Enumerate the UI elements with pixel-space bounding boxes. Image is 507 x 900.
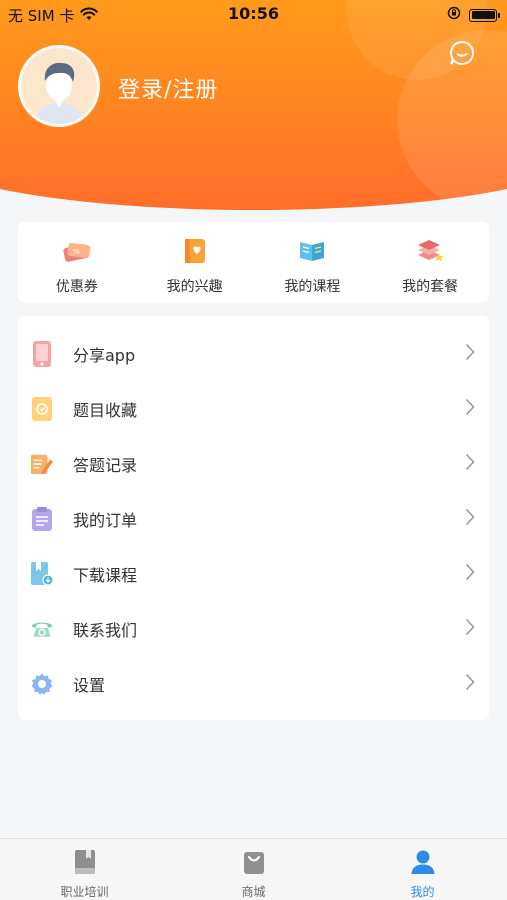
package-icon — [415, 236, 445, 266]
menu-item-question-favorites[interactable]: 题目收藏 — [18, 381, 489, 436]
menu-item-my-orders[interactable]: 我的订单 — [18, 491, 489, 546]
tab-label: 商城 — [241, 885, 266, 899]
shopping-bag-icon — [242, 849, 266, 879]
quick-action-coupon[interactable]: % 优惠券 — [18, 222, 136, 302]
tab-label: 职业培训 — [60, 885, 109, 899]
chevron-right-icon — [465, 508, 475, 530]
chevron-right-icon — [465, 343, 475, 365]
menu-item-label: 题目收藏 — [73, 400, 138, 420]
avatar[interactable] — [18, 45, 100, 127]
settings-menu-card: 分享app 题目收藏 答题记录 我的订单 下载课程 联系我们 设置 — [18, 316, 489, 720]
order-clipboard-icon — [30, 506, 54, 531]
svg-text:%: % — [73, 248, 80, 256]
tab-label: 我的 — [410, 885, 435, 899]
telephone-icon — [30, 617, 54, 641]
quick-action-package[interactable]: 我的套餐 — [371, 222, 489, 302]
quick-action-interest[interactable]: 我的兴趣 — [136, 222, 254, 302]
message-icon[interactable] — [449, 40, 475, 70]
clock: 10:56 — [228, 4, 279, 23]
chevron-right-icon — [465, 563, 475, 585]
quick-actions-card: % 优惠券 我的兴趣 我的课程 我的套餐 — [18, 222, 489, 302]
menu-item-label: 下载课程 — [73, 565, 138, 585]
menu-item-label: 答题记录 — [73, 455, 138, 475]
menu-item-label: 我的订单 — [73, 510, 138, 530]
tab-vocational-training[interactable]: 职业培训 — [0, 839, 169, 900]
profile-header: 无 SIM 卡 10:56 登录/注册 — [0, 0, 507, 215]
quick-action-label: 我的课程 — [284, 279, 341, 295]
phone-share-icon — [30, 340, 54, 367]
menu-item-contact-us[interactable]: 联系我们 — [18, 601, 489, 656]
quick-action-label: 优惠券 — [55, 279, 98, 295]
favorite-icon — [30, 396, 54, 421]
tab-mall[interactable]: 商城 — [169, 839, 338, 900]
battery-icon — [469, 8, 500, 22]
status-bar: 无 SIM 卡 10:56 — [0, 0, 507, 28]
coupon-icon: % — [62, 236, 92, 266]
bottom-tab-bar: 职业培训 商城 我的 — [0, 838, 507, 900]
quick-action-label: 我的套餐 — [402, 279, 459, 295]
chevron-right-icon — [465, 398, 475, 420]
menu-item-label: 联系我们 — [73, 620, 138, 640]
download-course-icon — [30, 561, 54, 586]
settings-gear-icon — [30, 672, 54, 696]
chevron-right-icon — [465, 453, 475, 475]
menu-item-answer-records[interactable]: 答题记录 — [18, 436, 489, 491]
book-icon — [73, 849, 97, 879]
interest-icon — [180, 236, 210, 266]
menu-item-share-app[interactable]: 分享app — [18, 326, 489, 381]
quick-action-course[interactable]: 我的课程 — [254, 222, 372, 302]
menu-item-label: 设置 — [73, 675, 106, 695]
chevron-right-icon — [465, 673, 475, 695]
answer-record-icon — [30, 452, 54, 476]
user-icon — [410, 849, 436, 879]
login-register-link[interactable]: 登录/注册 — [118, 72, 218, 104]
menu-item-download-courses[interactable]: 下载课程 — [18, 546, 489, 601]
chevron-right-icon — [465, 618, 475, 640]
orientation-lock-icon — [447, 6, 461, 24]
menu-item-label: 分享app — [73, 345, 136, 365]
quick-action-label: 我的兴趣 — [166, 279, 223, 295]
tab-mine[interactable]: 我的 — [338, 839, 507, 900]
menu-item-settings[interactable]: 设置 — [18, 656, 489, 711]
course-book-icon — [297, 236, 327, 266]
